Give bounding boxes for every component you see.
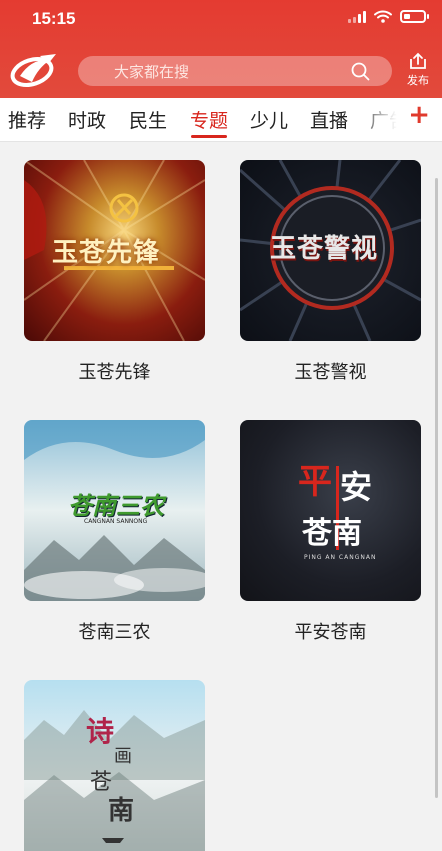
tab-kids[interactable]: 少儿 bbox=[250, 106, 288, 133]
program-title[interactable]: 平安苍南 bbox=[240, 618, 421, 644]
search-icon[interactable] bbox=[350, 61, 370, 81]
wifi-icon bbox=[374, 10, 392, 23]
program-card-yucang-jingshi[interactable]: 玉苍警视 玉苍警视 bbox=[240, 160, 421, 383]
tab-live[interactable]: 直播 bbox=[310, 106, 348, 133]
thumb-subtitle: CANGNAN SANNONG bbox=[84, 518, 148, 525]
tab-politics[interactable]: 时政 bbox=[68, 106, 106, 133]
program-thumbnail[interactable]: 诗 画 苍 南 bbox=[24, 680, 205, 851]
search-placeholder: 大家都在搜 bbox=[114, 62, 190, 81]
program-card-cangnan-sannong[interactable]: 苍南三农 CANGNAN SANNONG 苍南三农 bbox=[24, 420, 205, 643]
tab-livelihood[interactable]: 民生 bbox=[129, 106, 167, 133]
program-card-shihua-cangnan[interactable]: 诗 画 苍 南 bbox=[24, 680, 205, 851]
thumb-text-shi: 诗 bbox=[86, 715, 115, 748]
status-time: 15:15 bbox=[32, 9, 76, 28]
tab-recommend[interactable]: 推荐 bbox=[8, 106, 46, 133]
battery-icon bbox=[400, 10, 429, 23]
program-title[interactable]: 玉苍先锋 bbox=[24, 358, 205, 384]
tab-fade bbox=[352, 98, 408, 141]
search-bar[interactable]: 大家都在搜 bbox=[78, 56, 392, 86]
program-thumbnail[interactable]: 玉苍警视 bbox=[240, 160, 421, 341]
program-thumbnail[interactable]: 苍南三农 CANGNAN SANNONG bbox=[24, 420, 205, 601]
thumb-text-cangnan: 苍南 bbox=[302, 516, 362, 551]
thumb-title-text: 玉苍警视 bbox=[270, 234, 379, 264]
thumb-text-ping: 平 bbox=[298, 462, 332, 502]
program-thumbnail[interactable]: 平 安 苍南 PING AN CANGNAN bbox=[240, 420, 421, 601]
signal-icon bbox=[348, 10, 366, 23]
status-icons bbox=[348, 10, 429, 23]
publish-label: 发布 bbox=[407, 74, 429, 87]
scrollbar[interactable] bbox=[435, 178, 438, 798]
thumb-subtitle: PING AN CANGNAN bbox=[304, 554, 377, 561]
upload-icon bbox=[410, 52, 426, 69]
thumb-title-text: 苍南三农 bbox=[68, 492, 164, 520]
program-title[interactable]: 苍南三农 bbox=[24, 618, 205, 644]
tab-special-topics[interactable]: 专题 bbox=[190, 106, 228, 133]
plus-icon[interactable]: + bbox=[408, 100, 430, 130]
thumb-text-an: 安 bbox=[340, 468, 373, 506]
program-thumbnail[interactable]: 玉苍先锋 bbox=[24, 160, 205, 341]
app-header: 15:15 大家都在搜 发布 bbox=[0, 0, 442, 98]
program-card-yucang-xianfeng[interactable]: 玉苍先锋 玉苍先锋 bbox=[24, 160, 205, 383]
program-card-pingan-cangnan[interactable]: 平 安 苍南 PING AN CANGNAN 平安苍南 bbox=[240, 420, 421, 643]
program-title[interactable]: 玉苍警视 bbox=[240, 358, 421, 384]
active-tab-indicator bbox=[191, 135, 227, 138]
thumb-text-hua: 画 bbox=[114, 746, 132, 767]
thumb-title-text: 玉苍先锋 bbox=[52, 238, 161, 268]
publish-button[interactable]: 发布 bbox=[402, 52, 434, 88]
app-logo[interactable] bbox=[10, 52, 58, 88]
category-tabs: 推荐 时政 民生 专题 少儿 直播 广告 + bbox=[0, 98, 442, 142]
thumb-text-nan: 南 bbox=[108, 796, 135, 826]
